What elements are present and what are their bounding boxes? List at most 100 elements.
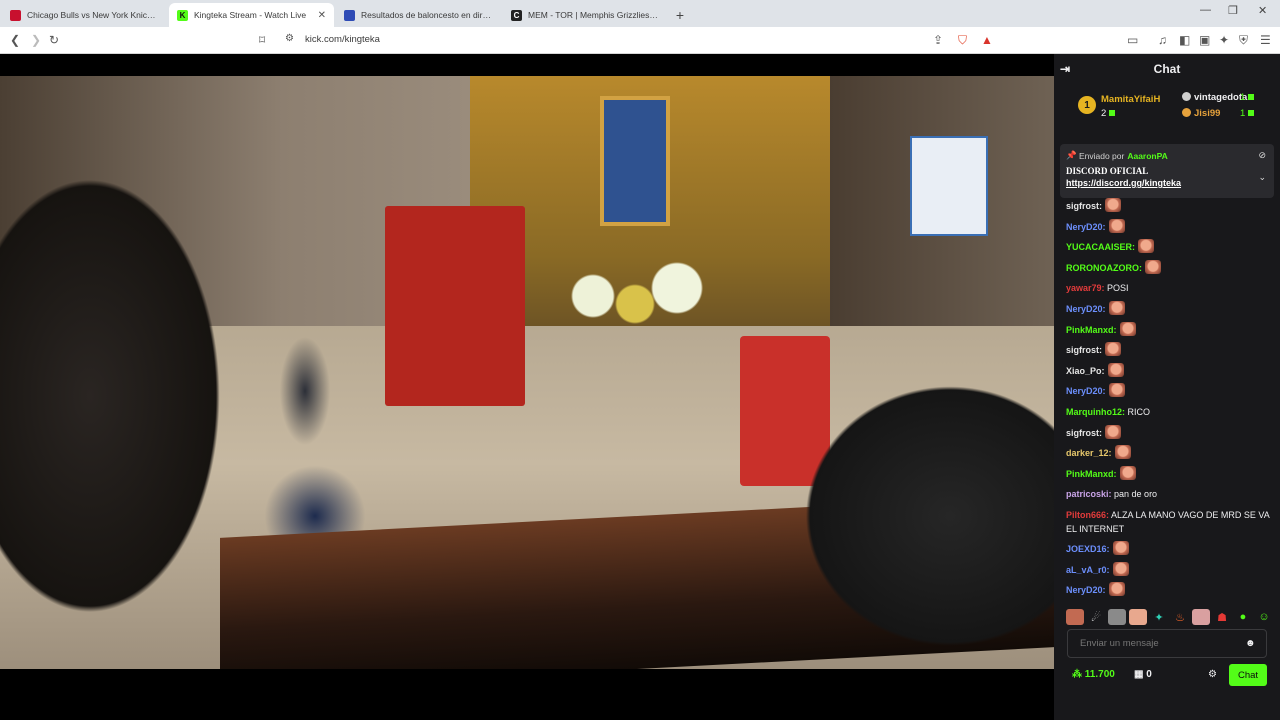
chat-message: PinkManxd: bbox=[1066, 464, 1274, 485]
emote-icon[interactable] bbox=[1129, 609, 1147, 625]
ai-icon[interactable]: ✦ bbox=[1219, 33, 1229, 47]
chat-username[interactable]: NeryD20: bbox=[1066, 304, 1106, 314]
chat-username[interactable]: PinkManxd: bbox=[1066, 469, 1117, 479]
chat-message: JOEXD16: bbox=[1066, 539, 1274, 560]
emote-icon[interactable]: ♨ bbox=[1171, 609, 1189, 625]
sidebar-icon[interactable]: ◧ bbox=[1179, 33, 1190, 47]
third-gifter-count: 1 bbox=[1240, 108, 1255, 119]
gift-icon bbox=[1248, 94, 1255, 100]
stream-video-frame bbox=[0, 76, 1054, 669]
chat-message: PinkManxd: bbox=[1066, 320, 1274, 341]
emoji-picker-icon[interactable]: ☻ bbox=[1245, 638, 1256, 649]
chat-message: yawar79: POSI bbox=[1066, 278, 1274, 299]
emote-icon[interactable]: ● bbox=[1234, 609, 1252, 625]
tab-kingteka[interactable]: K Kingteka Stream - Watch Live ✕ bbox=[169, 3, 334, 27]
pinned-by: 📌 Enviado por AaaronPA bbox=[1066, 150, 1168, 161]
chat-username[interactable]: patricoski: bbox=[1066, 489, 1112, 499]
badge-icon bbox=[1182, 108, 1191, 117]
emote-icon bbox=[1108, 582, 1125, 597]
restore-icon[interactable]: ❐ bbox=[1228, 4, 1238, 17]
emote-icon bbox=[1145, 259, 1161, 274]
top-gifter-count: 2 bbox=[1101, 108, 1116, 119]
video-player[interactable] bbox=[0, 54, 1054, 720]
gift-subs[interactable]: ▦ 0 bbox=[1134, 669, 1152, 680]
chat-message: Marquinho12: RICO bbox=[1066, 402, 1274, 423]
vpn-icon[interactable]: ⛨ bbox=[1239, 33, 1248, 48]
chat-username[interactable]: JOEXD16: bbox=[1066, 544, 1110, 554]
emote-icon[interactable] bbox=[1108, 609, 1126, 625]
wallet-icon[interactable]: ▣ bbox=[1199, 33, 1210, 47]
chat-message: RORONOAZORO: bbox=[1066, 258, 1274, 279]
chat-username[interactable]: Marquinho12: bbox=[1066, 407, 1125, 417]
emote-icon[interactable]: ☗ bbox=[1213, 609, 1231, 625]
close-tab-icon[interactable]: ✕ bbox=[318, 10, 326, 21]
tab-mem-tor[interactable]: C MEM - TOR | Memphis Grizzlies vs To bbox=[503, 3, 668, 27]
new-tab-button[interactable]: + bbox=[668, 3, 692, 27]
back-icon[interactable]: ❮ bbox=[10, 33, 20, 47]
emote-icon[interactable] bbox=[1066, 609, 1084, 625]
emote-icon bbox=[1119, 321, 1136, 336]
chat-message-text: POSI bbox=[1107, 283, 1129, 294]
menu-icon[interactable]: ☰ bbox=[1260, 33, 1271, 47]
chat-message-input[interactable] bbox=[1067, 629, 1267, 658]
chat-username[interactable]: sigfrost: bbox=[1066, 201, 1102, 211]
top-gifter-name[interactable]: MamitaYifaiH bbox=[1101, 94, 1160, 105]
emote-icon[interactable]: ☺ bbox=[1255, 609, 1273, 625]
cast-icon[interactable]: ▭ bbox=[1127, 33, 1138, 47]
chat-message: YUCACAAISER: bbox=[1066, 237, 1274, 258]
emote-icon bbox=[1105, 342, 1121, 357]
emote-icon[interactable]: ☄ bbox=[1087, 609, 1105, 625]
site-info-icon[interactable]: ⚙ bbox=[285, 33, 294, 44]
chat-username[interactable]: NeryD20: bbox=[1066, 585, 1106, 595]
third-gifter[interactable]: Jisi99 bbox=[1182, 108, 1220, 119]
chat-message: NeryD20: bbox=[1066, 381, 1274, 402]
reload-icon[interactable]: ↻ bbox=[49, 33, 59, 47]
chat-message-list[interactable]: sigfrost: NeryD20: YUCACAAISER: RORONOAZORO… bbox=[1066, 196, 1274, 604]
chat-username[interactable]: Xiao_Po: bbox=[1066, 366, 1105, 376]
chat-message: patricoski: pan de oro bbox=[1066, 484, 1274, 505]
chat-footer: ⁂ 11.700 ▦ 0 ⚙ Chat bbox=[1054, 664, 1280, 686]
emote-icon bbox=[1108, 218, 1125, 233]
chat-username[interactable]: YUCACAAISER: bbox=[1066, 242, 1135, 252]
forward-icon[interactable]: ❯ bbox=[31, 33, 41, 47]
tab-title: MEM - TOR | Memphis Grizzlies vs To bbox=[528, 10, 660, 20]
chat-username[interactable]: darker_12: bbox=[1066, 448, 1112, 458]
rewards-icon[interactable]: ▲ bbox=[981, 33, 993, 47]
kick-favicon-icon: K bbox=[177, 9, 188, 21]
chat-username[interactable]: PinkManxd: bbox=[1066, 325, 1117, 335]
bookmark-icon[interactable]: ⌑ bbox=[259, 33, 265, 47]
send-chat-button[interactable]: Chat bbox=[1229, 664, 1267, 686]
chat-username[interactable]: Pilton666: bbox=[1066, 510, 1109, 520]
unpin-icon[interactable]: ⊘ bbox=[1258, 150, 1266, 161]
chat-username[interactable]: NeryD20: bbox=[1066, 386, 1106, 396]
channel-points[interactable]: ⁂ 11.700 bbox=[1072, 669, 1115, 680]
music-icon[interactable]: ♫ bbox=[1158, 33, 1167, 47]
emote-icon[interactable] bbox=[1192, 609, 1210, 625]
emote-icon[interactable]: ✦ bbox=[1150, 609, 1168, 625]
collapse-chat-icon[interactable]: ⇥ bbox=[1060, 62, 1070, 76]
tab-title: Kingteka Stream - Watch Live bbox=[194, 10, 307, 20]
tab-chicago-bulls[interactable]: Chicago Bulls vs New York Knicks Ap bbox=[2, 3, 167, 27]
chat-username[interactable]: RORONOAZORO: bbox=[1066, 263, 1142, 273]
minimize-icon[interactable]: — bbox=[1200, 4, 1211, 16]
emote-icon bbox=[1108, 300, 1125, 315]
chat-username[interactable]: NeryD20: bbox=[1066, 222, 1106, 232]
window-close-icon[interactable]: ✕ bbox=[1258, 4, 1267, 17]
discord-link[interactable]: https://discord.gg/kingteka bbox=[1066, 178, 1268, 188]
chat-username[interactable]: sigfrost: bbox=[1066, 345, 1102, 355]
chat-username[interactable]: yawar79: bbox=[1066, 283, 1105, 293]
share-icon[interactable]: ⇪ bbox=[933, 33, 943, 47]
second-gifter[interactable]: vintagedota bbox=[1182, 92, 1247, 103]
chat-settings-icon[interactable]: ⚙ bbox=[1208, 669, 1217, 680]
pinned-message[interactable]: 📌 Enviado por AaaronPA DISCORD OFICIAL ht… bbox=[1060, 144, 1274, 198]
chat-username[interactable]: sigfrost: bbox=[1066, 428, 1102, 438]
emote-icon bbox=[1112, 540, 1129, 555]
chat-message: NeryD20: bbox=[1066, 580, 1274, 601]
tab-resultados[interactable]: Resultados de baloncesto en directo bbox=[336, 3, 501, 27]
emote-icon bbox=[1138, 239, 1155, 254]
brave-shield-icon[interactable]: ⛉ bbox=[958, 33, 967, 48]
address-bar[interactable]: kick.com/kingteka bbox=[305, 34, 380, 45]
chat-message-text: RICO bbox=[1127, 406, 1151, 417]
chevron-down-icon[interactable]: ⌄ bbox=[1258, 172, 1266, 183]
chat-username[interactable]: aL_vA_r0: bbox=[1066, 565, 1110, 575]
